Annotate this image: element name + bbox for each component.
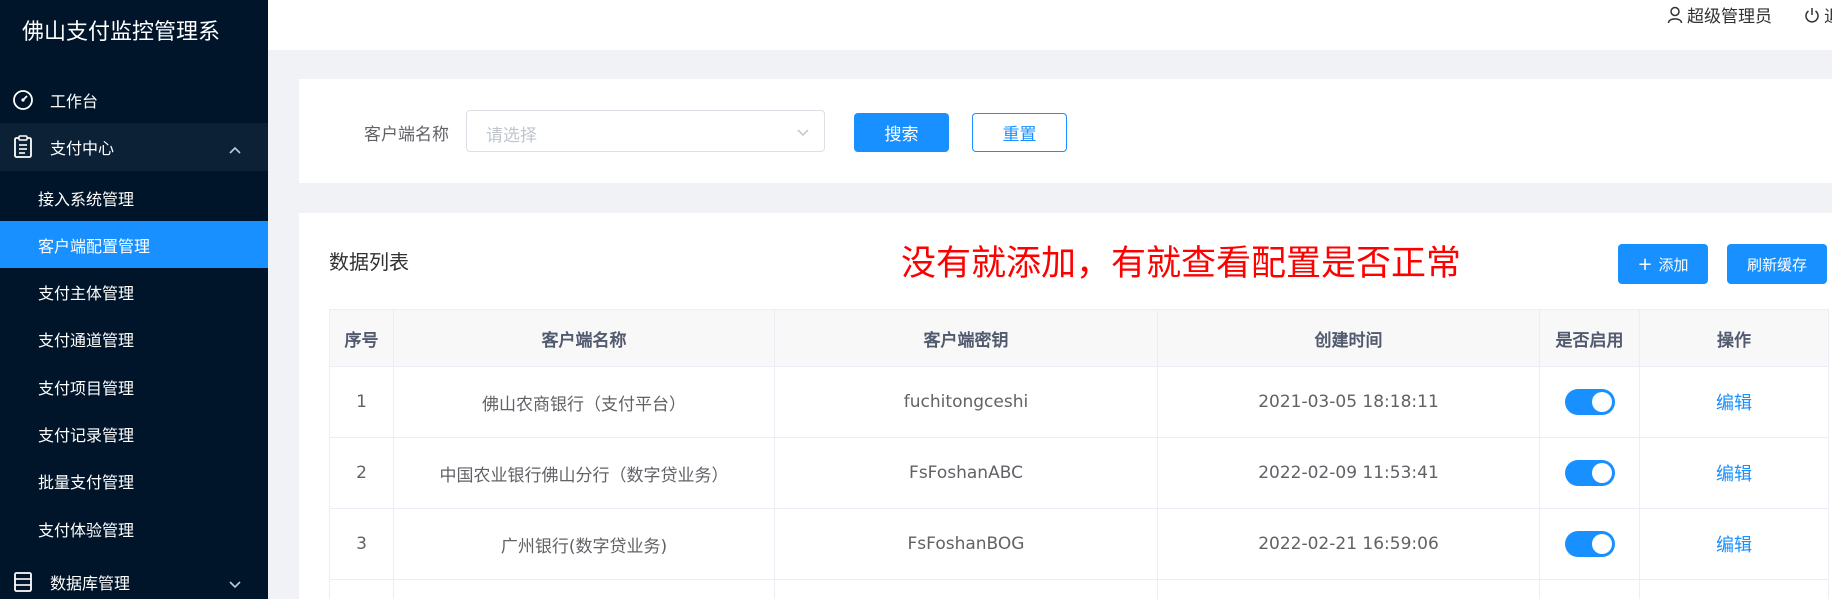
client-name-label: 客户端名称: [364, 125, 449, 145]
add-button-label: 添加: [1658, 255, 1689, 274]
table-row: 1 佛山农商银行（支付平台） fuchitongceshi 2021-03-05…: [329, 366, 1829, 438]
logout-button[interactable]: 退: [1804, 2, 1832, 27]
top-header: [268, 0, 1832, 50]
cell-client-name: 广州银行(数字贷业务): [393, 508, 775, 580]
client-name-select[interactable]: 请选择: [466, 110, 825, 152]
cell-action: 编辑: [1639, 366, 1829, 438]
chevron-down-icon: [796, 124, 810, 143]
user-icon: [1667, 6, 1683, 24]
cell-action: 编辑: [1639, 437, 1829, 509]
power-icon: [1804, 6, 1820, 24]
cell-enabled: [1539, 508, 1640, 580]
sidebar-subitem-active[interactable]: 客户端配置管理: [0, 221, 268, 268]
logout-label: 退: [1824, 2, 1832, 27]
cell-enabled: [1539, 437, 1640, 509]
search-panel: 客户端名称 请选择 搜索 重置: [299, 79, 1832, 183]
sidebar-subitem[interactable]: 支付记录管理: [0, 410, 268, 457]
select-placeholder: 请选择: [486, 126, 537, 146]
sidebar-subitem[interactable]: 支付项目管理: [0, 363, 268, 410]
column-header: 客户端名称: [393, 309, 775, 367]
column-header: 是否启用: [1539, 309, 1640, 367]
enabled-toggle[interactable]: [1564, 531, 1615, 557]
cell-client-secret: FsFoshanABC: [774, 437, 1158, 509]
column-header: 创建时间: [1157, 309, 1540, 367]
clipboard-icon: [10, 134, 36, 160]
user-menu[interactable]: 超级管理员: [1667, 2, 1772, 27]
sidebar-subitem[interactable]: 支付通道管理: [0, 315, 268, 362]
sidebar-subitem[interactable]: 支付体验管理: [0, 505, 268, 552]
sidebar: 佛山支付监控管理系 工作台 支付中心 接入系统管理 客户端配置管理 支付主体管理…: [0, 0, 268, 599]
column-header: 序号: [329, 309, 394, 367]
reset-button[interactable]: 重置: [972, 113, 1067, 152]
speedometer-icon: [10, 87, 36, 113]
add-button[interactable]: + 添加: [1618, 244, 1708, 284]
cell-client-name: 佛山农商银行（支付平台）: [393, 366, 775, 438]
cell-created-time: 2022-02-09 11:53:41: [1157, 437, 1540, 509]
sidebar-subitem[interactable]: 批量支付管理: [0, 457, 268, 504]
edit-link[interactable]: 编辑: [1716, 393, 1752, 414]
sidebar-subitem[interactable]: 支付主体管理: [0, 268, 268, 315]
column-header: 操作: [1639, 309, 1829, 367]
chevron-down-icon: [228, 575, 242, 594]
cell-client-secret: fuchitongceshi: [774, 366, 1158, 438]
cell-index: 1: [329, 366, 394, 438]
table-row: 3 广州银行(数字贷业务) FsFoshanBOG 2022-02-21 16:…: [329, 508, 1829, 580]
plus-icon: +: [1637, 253, 1653, 275]
table-row: 2 中国农业银行佛山分行（数字贷业务） FsFoshanABC 2022-02-…: [329, 437, 1829, 509]
sidebar-item-label: 支付中心: [50, 139, 115, 158]
cell-index: 2: [329, 437, 394, 509]
client-table: 序号 客户端名称 客户端密钥 创建时间 是否启用 操作 1 佛山农商银行（支付平…: [329, 309, 1829, 599]
edit-link[interactable]: 编辑: [1716, 464, 1752, 485]
sidebar-item-dashboard[interactable]: 工作台: [0, 76, 268, 124]
cell-enabled: [1539, 366, 1640, 438]
data-list-panel: 数据列表 没有就添加，有就查看配置是否正常 + 添加 刷新缓存 序号 客户端名称…: [299, 213, 1832, 599]
cell-created-time: 2021-03-05 18:18:11: [1157, 366, 1540, 438]
sidebar-subitem[interactable]: 接入系统管理: [0, 174, 268, 221]
sidebar-item-label: 数据库管理: [50, 574, 131, 593]
search-button[interactable]: 搜索: [854, 113, 949, 152]
table-row: [329, 579, 1829, 599]
app-title: 佛山支付监控管理系: [22, 20, 221, 45]
list-title: 数据列表: [329, 250, 409, 274]
column-header: 客户端密钥: [774, 309, 1158, 367]
refresh-cache-button[interactable]: 刷新缓存: [1727, 244, 1827, 284]
cell-action: 编辑: [1639, 508, 1829, 580]
sidebar-item-database[interactable]: 数据库管理: [0, 558, 268, 599]
sidebar-item-label: 工作台: [50, 92, 99, 111]
edit-link[interactable]: 编辑: [1716, 535, 1752, 556]
cell-index: 3: [329, 508, 394, 580]
cell-created-time: 2022-02-21 16:59:06: [1157, 508, 1540, 580]
database-icon: [10, 569, 36, 595]
enabled-toggle[interactable]: [1564, 460, 1615, 486]
sidebar-item-payment-center[interactable]: 支付中心: [0, 123, 268, 171]
username: 超级管理员: [1687, 7, 1772, 27]
enabled-toggle[interactable]: [1564, 389, 1615, 415]
cell-client-name: 中国农业银行佛山分行（数字贷业务）: [393, 437, 775, 509]
red-annotation: 没有就添加，有就查看配置是否正常: [901, 244, 1462, 284]
cell-client-secret: FsFoshanBOG: [774, 508, 1158, 580]
table-header-row: 序号 客户端名称 客户端密钥 创建时间 是否启用 操作: [329, 309, 1829, 367]
chevron-up-icon: [228, 140, 242, 159]
